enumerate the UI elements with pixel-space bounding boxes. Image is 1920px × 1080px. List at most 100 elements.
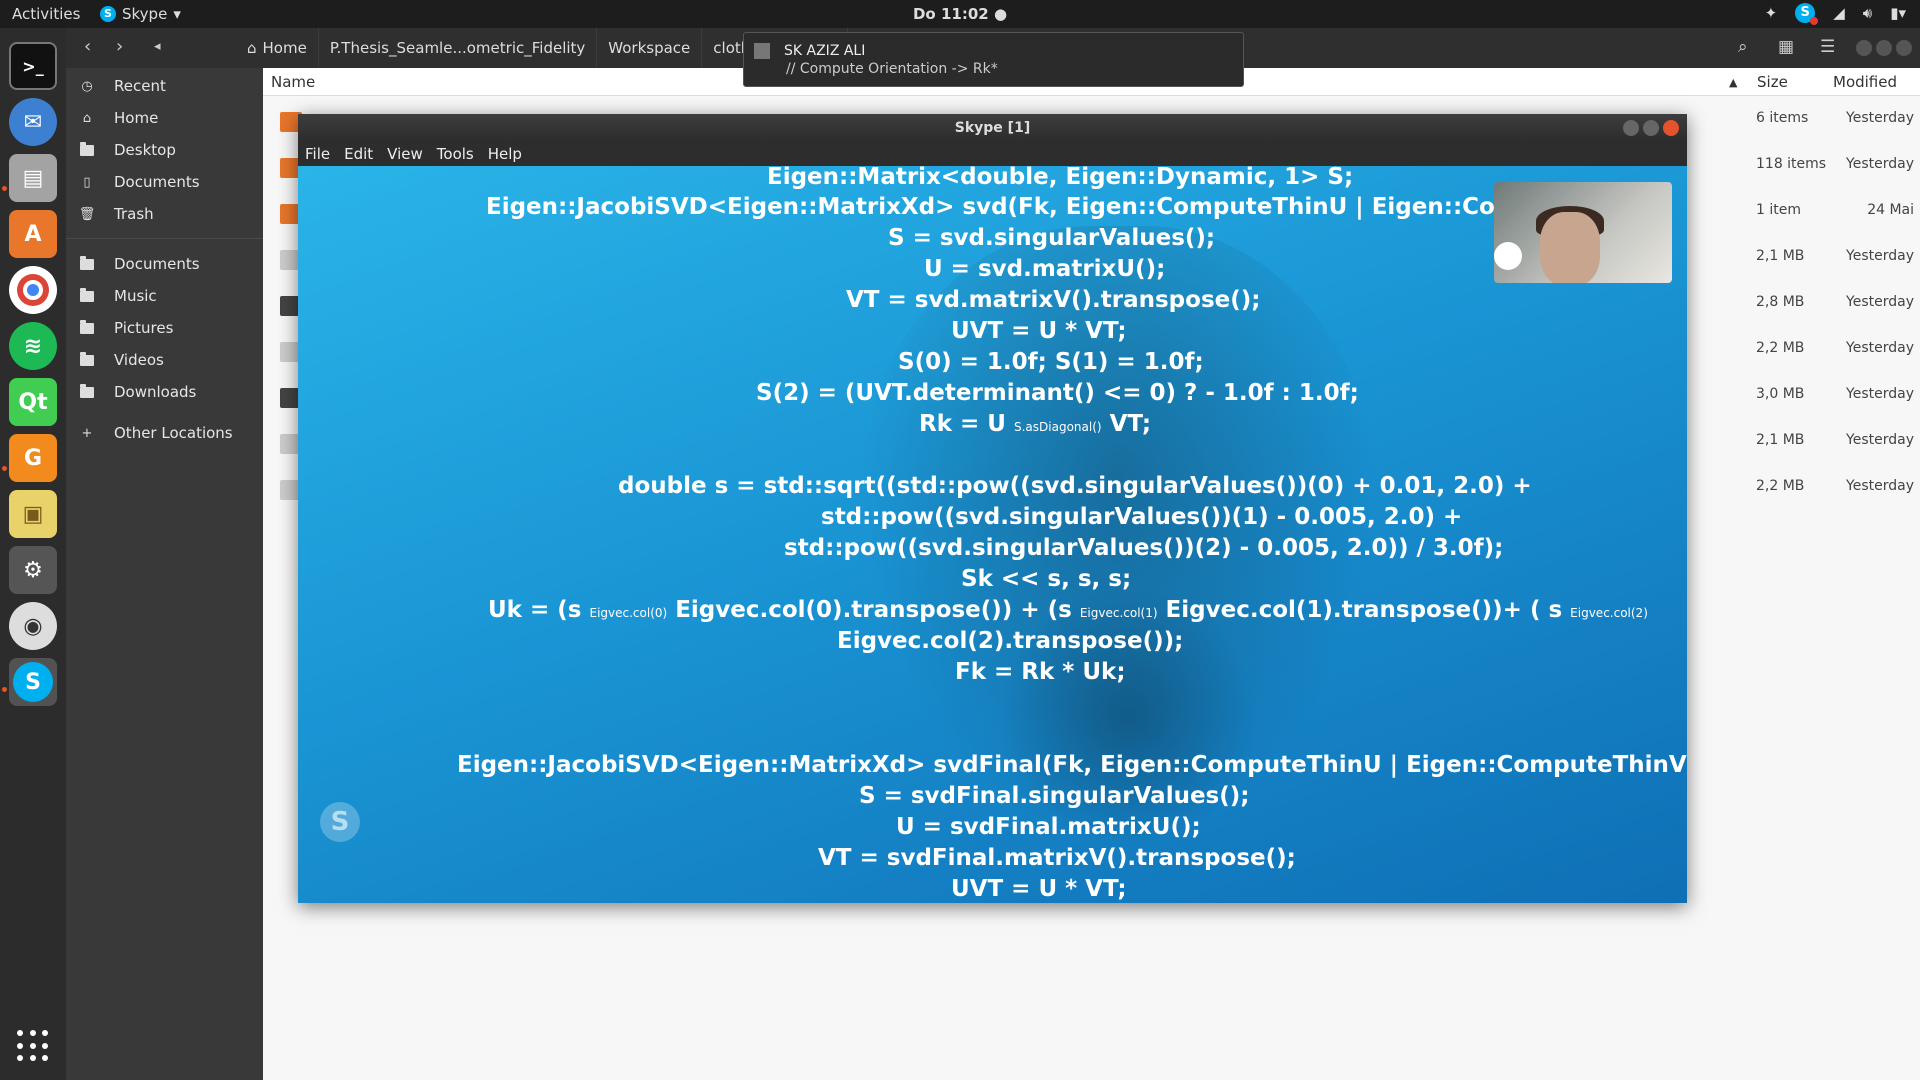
software-center-icon[interactable]: A — [9, 210, 57, 258]
home-icon: ⌂ — [82, 110, 92, 126]
sidebar-item-label: Documents — [114, 173, 200, 191]
settings-tools-icon[interactable]: ⚙ — [9, 546, 57, 594]
avatar — [754, 43, 770, 59]
sidebar-item-videos[interactable]: Videos — [66, 344, 263, 376]
code-line: std::pow((svd.singularValues())(2) - 0.0… — [784, 535, 1504, 561]
row-modified: Yesterday — [1846, 478, 1914, 494]
code-line: U = svd.matrixU(); — [924, 256, 1166, 282]
breadcrumb-label: Home — [262, 39, 307, 57]
self-video-preview[interactable] — [1494, 182, 1672, 283]
code-text: VT; — [1109, 411, 1152, 437]
chrome-icon[interactable] — [9, 266, 57, 314]
sidebar-item-documents-bookmark[interactable]: Documents — [66, 248, 263, 280]
code-line: UVT = U * VT; — [951, 876, 1127, 902]
spotify-icon[interactable]: ≋ — [9, 322, 57, 370]
dropbox-icon[interactable]: ✦ — [1765, 4, 1778, 22]
row-modified: Yesterday — [1846, 248, 1914, 264]
app-menu[interactable]: S Skype ▾ — [100, 5, 181, 23]
sidebar-item-other-locations[interactable]: + Other Locations — [66, 417, 263, 449]
sidebar-item-pictures[interactable]: Pictures — [66, 312, 263, 344]
maximize-button[interactable] — [1876, 40, 1892, 56]
sidebar-item-label: Recent — [114, 77, 166, 95]
skype-icon: S — [100, 6, 116, 22]
pdf-editor-icon[interactable]: G — [9, 434, 57, 482]
sidebar-item-recent[interactable]: ◷ Recent — [66, 70, 263, 102]
document-icon: ▯ — [83, 174, 91, 190]
message-notification[interactable]: SK AZIZ ALI // Compute Orientation -> Rk… — [743, 32, 1244, 87]
sidebar-item-trash[interactable]: 🗑︎ Trash — [66, 198, 263, 230]
forward-button[interactable]: › — [116, 36, 123, 57]
skype-tray-icon[interactable]: S — [1795, 3, 1819, 25]
files-icon[interactable]: ▤ — [9, 154, 57, 202]
menu-view[interactable]: View — [380, 142, 430, 166]
code-line: U = svdFinal.matrixU(); — [896, 814, 1201, 840]
thunderbird-icon[interactable]: ✉ — [9, 98, 57, 146]
maximize-button[interactable] — [1643, 120, 1659, 136]
sidebar-item-home[interactable]: ⌂ Home — [66, 102, 263, 134]
skype-icon[interactable]: S — [9, 658, 57, 706]
clock[interactable]: Do 11:02 ● — [913, 5, 1007, 23]
menu-icon[interactable]: ☰ — [1820, 37, 1835, 57]
sidebar-item-label: Home — [114, 109, 159, 127]
column-name[interactable]: Name — [271, 73, 315, 91]
code-line: Eigvec.col(2).transpose()); — [837, 628, 1184, 654]
screen-share-view[interactable]: Eigen::Matrix<double, Eigen::Dynamic, 1>… — [298, 166, 1687, 903]
sidebar-item-music[interactable]: Music — [66, 280, 263, 312]
close-button[interactable] — [1663, 120, 1679, 136]
places-sidebar: ◷ Recent ⌂ Home Desktop ▯ Documents 🗑︎ Trash… — [66, 68, 263, 1080]
breadcrumb-thesis[interactable]: P.Thesis_Seamle...ometric_Fidelity — [319, 28, 598, 68]
menu-help[interactable]: Help — [481, 142, 529, 166]
code-line: S(2) = (UVT.determinant() <= 0) ? - 1.0f… — [756, 380, 1359, 406]
menu-file[interactable]: File — [298, 142, 337, 166]
qt-creator-icon[interactable]: Qt — [9, 378, 57, 426]
battery-icon[interactable]: ▮▾ — [1890, 4, 1906, 22]
sidebar-item-documents[interactable]: ▯ Documents — [66, 166, 263, 198]
row-size: 118 items — [1756, 156, 1827, 172]
code-line: Sk << s, s, s; — [961, 566, 1132, 592]
search-icon[interactable]: ⌕ — [1738, 37, 1748, 57]
breadcrumb-workspace[interactable]: Workspace — [597, 28, 703, 68]
code-text: Uk = (s — [488, 597, 582, 623]
code-line: Uk = (s Eigvec.col(0) Eigvec.col(0).tran… — [488, 597, 1648, 623]
sidebar-item-desktop[interactable]: Desktop — [66, 134, 263, 166]
volume-icon[interactable]: 🔊︎ — [1863, 4, 1872, 22]
code-line: double s = std::sqrt((std::pow((svd.sing… — [618, 473, 1532, 499]
row-size: 2,2 MB — [1756, 340, 1805, 356]
sort-ascending-icon[interactable]: ▲ — [1729, 76, 1737, 89]
notification-dot-icon: ● — [993, 5, 1008, 23]
wifi-icon[interactable]: ◢ — [1833, 4, 1845, 22]
row-modified: Yesterday — [1846, 340, 1914, 356]
back-button[interactable]: ‹ — [84, 36, 91, 57]
skype-window: Skype [1] File Edit View Tools Help Eige… — [298, 114, 1687, 903]
view-grid-icon[interactable]: ▦ — [1778, 37, 1794, 57]
running-indicator — [2, 466, 7, 471]
running-indicator — [2, 687, 7, 692]
skype-titlebar[interactable]: Skype [1] — [298, 114, 1687, 142]
minimize-button[interactable] — [1623, 120, 1639, 136]
show-applications-icon[interactable] — [17, 1030, 49, 1062]
row-modified: Yesterday — [1846, 386, 1914, 402]
breadcrumb-left-arrow-icon[interactable]: ◂ — [154, 39, 161, 54]
close-button[interactable] — [1896, 40, 1912, 56]
menu-tools[interactable]: Tools — [430, 142, 481, 166]
notification-message: // Compute Orientation -> Rk* — [786, 61, 998, 77]
folder-icon — [80, 383, 94, 399]
sidebar-item-label: Other Locations — [114, 424, 233, 442]
minimize-button[interactable] — [1856, 40, 1872, 56]
breadcrumb-home[interactable]: ⌂ Home — [236, 28, 319, 68]
clock-icon: ◷ — [81, 78, 93, 94]
image-viewer-icon[interactable]: ▣ — [9, 490, 57, 538]
row-modified: Yesterday — [1846, 432, 1914, 448]
activities-button[interactable]: Activities — [12, 5, 80, 23]
row-size: 6 items — [1756, 110, 1809, 126]
sidebar-item-label: Downloads — [114, 383, 197, 401]
column-modified[interactable]: Modified — [1833, 73, 1897, 91]
code-annotation: Eigvec.col(1) — [1079, 606, 1158, 620]
menu-edit[interactable]: Edit — [337, 142, 380, 166]
sidebar-divider — [66, 238, 263, 239]
sidebar-item-downloads[interactable]: Downloads — [66, 376, 263, 408]
column-size[interactable]: Size — [1757, 73, 1788, 91]
eye-of-gnome-icon[interactable]: ◉ — [9, 602, 57, 650]
row-size: 3,0 MB — [1756, 386, 1805, 402]
terminal-icon[interactable]: >_ — [9, 42, 57, 90]
